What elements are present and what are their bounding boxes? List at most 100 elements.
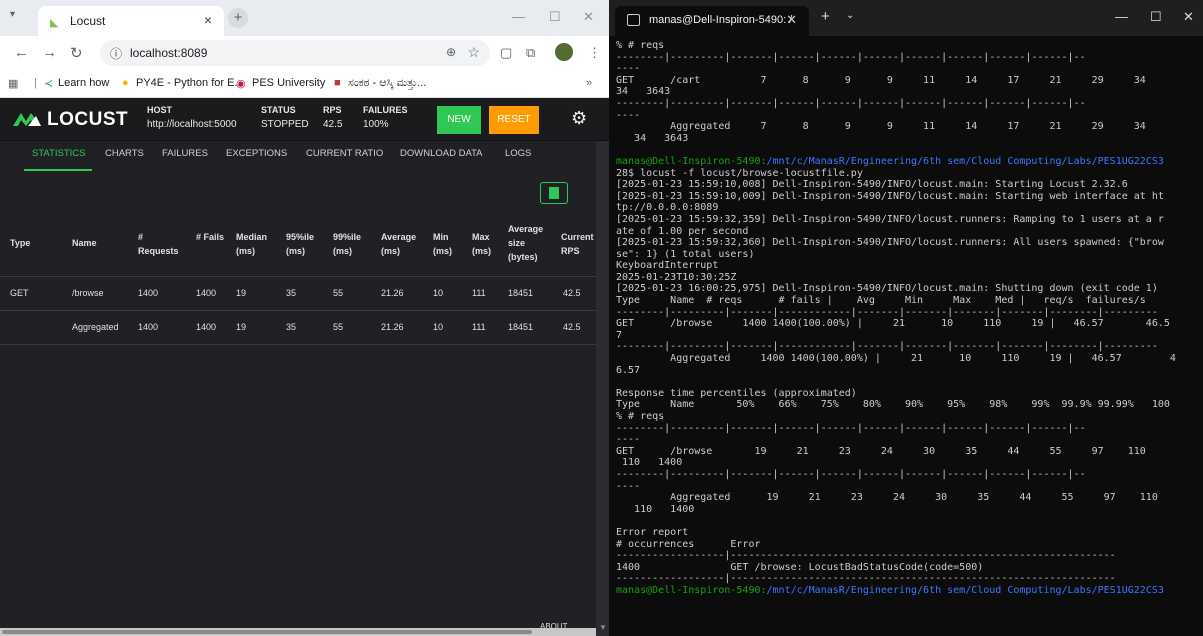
- bookmark-pes-university[interactable]: PES University: [252, 77, 325, 89]
- browser-tab-locust[interactable]: ◣ Locust ×: [38, 6, 224, 36]
- address-url: localhost:8089: [130, 46, 208, 60]
- tab-search-chevron-icon[interactable]: ▾: [10, 9, 15, 20]
- terminal-line: [2025-01-23 15:59:10,009] Dell-Inspiron-…: [616, 190, 1164, 202]
- col-95ile[interactable]: 95%ile (ms): [286, 230, 322, 258]
- new-terminal-tab-icon[interactable]: +: [821, 8, 830, 25]
- col-name[interactable]: Name: [72, 236, 97, 250]
- bookmark-py4e[interactable]: PY4E - Python for E...: [136, 77, 244, 89]
- terminal-line: se": 1} (1 total users): [616, 248, 755, 260]
- cell-average: 21.26: [381, 288, 404, 298]
- tab-failures[interactable]: FAILURES: [162, 148, 208, 159]
- col-max[interactable]: Max (ms): [472, 230, 498, 258]
- col-current-rps[interactable]: Current RPS: [561, 230, 595, 258]
- browser-toolbar: ← → ↻ ⓘ localhost:8089 ⊕ ☆ ▢ ⧉ ⋮: [0, 36, 609, 70]
- cell-max: 111: [472, 288, 486, 298]
- learnhow-favicon-icon: ≺: [44, 78, 54, 90]
- terminal-line: manas@Dell-Inspiron-5490:/mnt/c/ManasR/E…: [616, 584, 1164, 596]
- terminal-line: tp://0.0.0.0:8089: [616, 202, 719, 214]
- locust-app: LOCUST HOST http://localhost:5000 STATUS…: [0, 98, 609, 636]
- close-window-icon[interactable]: ✕: [583, 9, 594, 25]
- cast-icon[interactable]: ▢: [500, 45, 512, 61]
- terminal-maximize-icon[interactable]: ☐: [1150, 9, 1162, 25]
- close-terminal-tab-icon[interactable]: ✕: [786, 12, 797, 28]
- zoom-icon[interactable]: ⊕: [446, 45, 456, 59]
- settings-gear-icon[interactable]: ⚙: [571, 108, 587, 129]
- col-type[interactable]: Type: [10, 236, 30, 250]
- row-divider: [0, 310, 609, 311]
- profile-avatar[interactable]: [555, 43, 573, 61]
- cell-fails: 1400: [196, 322, 217, 332]
- terminal-line: KeyboardInterrupt: [616, 260, 719, 272]
- cell-name: /browse: [72, 288, 104, 298]
- terminal-line: 2025-01-23T10:30:25Z: [616, 271, 737, 283]
- cell-current-rps: 42.5: [563, 288, 581, 298]
- col-requests[interactable]: # Requests: [138, 230, 179, 258]
- terminal-minimize-icon[interactable]: —: [1115, 9, 1128, 24]
- row-divider: [0, 344, 609, 345]
- locust-brand: LOCUST: [47, 109, 129, 130]
- minimize-icon[interactable]: —: [512, 9, 525, 24]
- status-stat: STATUS STOPPED: [261, 105, 309, 130]
- menu-kebab-icon[interactable]: ⋮: [588, 45, 601, 61]
- failures-label: FAILURES: [363, 105, 408, 115]
- col-99ile[interactable]: 99%ile (ms): [333, 230, 369, 258]
- terminal-line: [2025-01-23 15:59:10,008] Dell-Inspiron-…: [616, 179, 1128, 191]
- close-tab-icon[interactable]: ×: [204, 12, 212, 28]
- column-select-grid-icon[interactable]: [540, 182, 568, 204]
- terminal-line: --------|---------|-------|------|------…: [616, 51, 1086, 63]
- tab-logs[interactable]: LOGS: [505, 148, 531, 159]
- terminal-line: ----: [616, 434, 641, 446]
- new-test-button[interactable]: NEW: [437, 106, 481, 134]
- back-arrow-icon[interactable]: ←: [14, 44, 29, 61]
- site-info-icon[interactable]: ⓘ: [110, 45, 122, 62]
- terminal-close-icon[interactable]: ✕: [1183, 9, 1194, 25]
- extensions-icon[interactable]: ⧉: [526, 45, 535, 61]
- tab-charts[interactable]: CHARTS: [105, 148, 144, 159]
- terminal-dropdown-icon[interactable]: ⌄: [846, 10, 854, 21]
- new-tab-button[interactable]: +: [228, 8, 248, 28]
- reset-button[interactable]: RESET: [489, 106, 539, 134]
- horizontal-scrollbar[interactable]: [0, 628, 596, 636]
- scroll-down-arrow-icon[interactable]: ▼: [599, 623, 607, 632]
- cell-95ile: 35: [286, 322, 297, 332]
- cell-fails: 1400: [196, 288, 217, 298]
- apps-grid-icon[interactable]: ▦: [8, 77, 18, 90]
- col-min[interactable]: Min (ms): [433, 230, 459, 258]
- reload-icon[interactable]: ↻: [70, 44, 83, 62]
- scroll-thumb[interactable]: [2, 630, 532, 634]
- address-bar[interactable]: ⓘ localhost:8089 ⊕ ☆: [100, 40, 490, 66]
- bookmark-learn-how[interactable]: Learn how: [58, 77, 109, 89]
- browser-window: ▾ ◣ Locust × + — ☐ ✕ ← → ↻ ⓘ localhost:8…: [0, 0, 609, 636]
- col-fails[interactable]: # Fails: [196, 230, 224, 244]
- terminal-line: GET /cart 7 8 9 9 11 14 17 21 29 34: [616, 74, 1146, 86]
- terminal-line: manas@Dell-Inspiron-5490:/mnt/c/ManasR/E…: [616, 155, 1164, 167]
- col-average[interactable]: Average (ms): [381, 230, 419, 258]
- cell-average: 21.26: [381, 322, 404, 332]
- terminal-line: ate of 1.00 per second: [616, 225, 749, 237]
- cell-name: Aggregated: [72, 322, 119, 332]
- bookmark-kannada[interactable]: ಸಂಕಠ - ಆಸ್ಕಿ ಮತ್ತು...: [348, 77, 426, 90]
- tab-statistics[interactable]: STATISTICS: [32, 148, 85, 159]
- col-median[interactable]: Median (ms): [236, 230, 270, 258]
- terminal-line: 34 3643: [616, 132, 689, 144]
- terminal-line: [2025-01-23 16:00:25,975] Dell-Inspiron-…: [616, 283, 1158, 295]
- forward-arrow-icon[interactable]: →: [42, 44, 57, 61]
- vertical-scrollbar[interactable]: ▼: [596, 141, 609, 636]
- terminal-line: ----: [616, 480, 641, 492]
- bookmarks-bar: ▦ | ≺ Learn how ● PY4E - Python for E...…: [0, 70, 609, 98]
- tab-exceptions[interactable]: EXCEPTIONS: [226, 148, 287, 159]
- tab-download-data[interactable]: DOWNLOAD DATA: [400, 148, 483, 159]
- terminal-output[interactable]: % # reqs --------|---------|-------|-----…: [616, 40, 1198, 597]
- maximize-icon[interactable]: ☐: [549, 9, 561, 25]
- col-average-size[interactable]: Average size (bytes): [508, 222, 548, 264]
- cell-min: 10: [433, 288, 444, 298]
- bookmark-star-icon[interactable]: ☆: [467, 44, 480, 61]
- host-stat: HOST http://localhost:5000: [147, 105, 237, 130]
- tab-current-ratio[interactable]: CURRENT RATIO: [306, 148, 383, 159]
- cell-average-size: 18451: [508, 288, 534, 298]
- more-bookmarks-icon[interactable]: »: [586, 77, 592, 89]
- terminal-line: ----: [616, 109, 641, 121]
- host-value: http://localhost:5000: [147, 119, 237, 130]
- terminal-tab[interactable]: manas@Dell-Inspiron-5490: / ✕: [615, 6, 809, 36]
